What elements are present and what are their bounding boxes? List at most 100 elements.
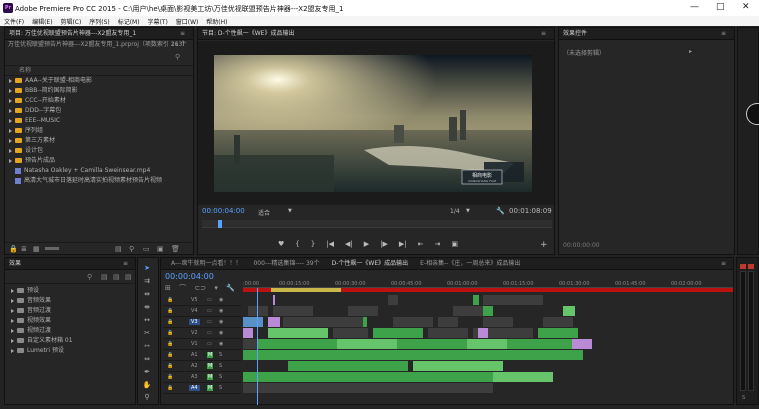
- hand-tool-icon[interactable]: ✋: [141, 381, 153, 391]
- bin-item[interactable]: AAA--关于联盟-相商电影: [5, 76, 193, 86]
- solo-toggle[interactable]: S: [219, 374, 222, 380]
- track-select-tool-icon[interactable]: ⇉: [141, 277, 153, 287]
- timeline-playhead[interactable]: [257, 288, 258, 405]
- timeline-clip[interactable]: [507, 339, 572, 349]
- track-name[interactable]: V2: [189, 330, 200, 336]
- eye-icon[interactable]: ◉: [219, 330, 223, 336]
- meter-solo[interactable]: S: [742, 395, 745, 401]
- play-icon[interactable]: ▶: [364, 240, 369, 248]
- expand-icon[interactable]: [9, 158, 12, 163]
- timeline-clip[interactable]: [243, 328, 253, 338]
- timeline-clip[interactable]: [483, 295, 543, 305]
- video-viewer[interactable]: 相商电影 XIANGSHANG FILM: [198, 41, 554, 205]
- bin-item[interactable]: DDD--字幕包: [5, 106, 193, 116]
- solo-toggle[interactable]: S: [219, 352, 222, 358]
- fit-dropdown-arrow[interactable]: ▼: [288, 208, 292, 214]
- timeline-clip[interactable]: [397, 339, 467, 349]
- export-frame-icon[interactable]: ▣: [451, 240, 458, 248]
- expand-icon[interactable]: [11, 318, 14, 323]
- sequence-tab[interactable]: E-相亲集--《庄，一周总来》成品输出: [420, 260, 520, 267]
- menu-title[interactable]: 字幕(T): [147, 19, 167, 26]
- track-lock-icon[interactable]: 🔒: [167, 385, 173, 391]
- timeline-clip[interactable]: [538, 328, 578, 338]
- timeline-clip[interactable]: [288, 361, 368, 371]
- effects-category[interactable]: 音频过渡: [5, 306, 135, 316]
- new-bin-icon[interactable]: ▭: [143, 245, 150, 253]
- menu-clip[interactable]: 剪辑(C): [60, 19, 81, 26]
- timeline-clip[interactable]: [493, 372, 553, 382]
- track-name[interactable]: A1: [189, 352, 200, 358]
- timeline-clip[interactable]: [438, 317, 458, 327]
- menu-sequence[interactable]: 序列(S): [89, 19, 110, 26]
- menu-marker[interactable]: 标记(M): [118, 19, 140, 26]
- timeline-clip[interactable]: [373, 328, 423, 338]
- step-back-icon[interactable]: ◀|: [345, 240, 353, 248]
- bin-item[interactable]: 设计包: [5, 146, 193, 156]
- menu-window[interactable]: 窗口(W): [176, 19, 199, 26]
- sync-lock-icon[interactable]: ▭: [207, 297, 212, 303]
- search-icon[interactable]: ⚲: [87, 273, 92, 281]
- track-header-v1[interactable]: 🔒 V1 ▭ ◉: [163, 339, 241, 350]
- bin-item[interactable]: CCC--开始素材: [5, 96, 193, 106]
- track-name[interactable]: V3: [189, 319, 200, 325]
- track-header-a4[interactable]: 🔒 A4 M S: [163, 383, 241, 394]
- lock-icon[interactable]: 🔒: [9, 245, 18, 253]
- track-header-v3[interactable]: 🔒 V3 ▭ ◉: [163, 317, 241, 328]
- add-button[interactable]: +: [540, 240, 548, 250]
- timeline-timecode[interactable]: 00:00:04:00: [165, 272, 214, 281]
- track-lane[interactable]: [243, 361, 735, 372]
- track-lock-icon[interactable]: 🔒: [167, 308, 173, 314]
- track-name[interactable]: A2: [189, 363, 200, 369]
- eye-icon[interactable]: ◉: [219, 319, 223, 325]
- track-lane[interactable]: [243, 317, 735, 328]
- track-lane[interactable]: [243, 372, 735, 383]
- expand-icon[interactable]: [9, 128, 12, 133]
- resolution-dropdown-arrow[interactable]: ▼: [466, 208, 470, 214]
- project-tab-menu-icon[interactable]: ≡: [180, 28, 185, 40]
- add-marker-icon[interactable]: ▾: [214, 284, 218, 292]
- timeline-clip[interactable]: [368, 361, 408, 371]
- effect-controls-menu-icon[interactable]: ≡: [721, 28, 726, 40]
- expand-icon[interactable]: [11, 328, 14, 333]
- expand-icon[interactable]: [9, 108, 12, 113]
- effects-category[interactable]: Lumetri 预设: [5, 346, 135, 356]
- expand-icon[interactable]: [9, 148, 12, 153]
- timeline-clip[interactable]: [478, 328, 488, 338]
- new-item-icon[interactable]: ▣: [157, 245, 164, 253]
- timeline-clip[interactable]: [388, 295, 398, 305]
- wrench-icon[interactable]: 🔧: [496, 207, 505, 215]
- bin-item[interactable]: 预告片成品: [5, 156, 193, 166]
- sync-lock-icon[interactable]: ▭: [207, 341, 212, 347]
- track-lock-icon[interactable]: 🔒: [167, 341, 173, 347]
- track-lane[interactable]: [243, 339, 735, 350]
- bin-item[interactable]: EEE--MUSIC: [5, 116, 193, 126]
- accelerated-effects-icon[interactable]: ▤: [101, 273, 108, 281]
- sequence-tab[interactable]: A---席牛就明一点看！！！: [171, 260, 241, 267]
- track-lock-icon[interactable]: 🔒: [167, 374, 173, 380]
- track-lock-icon[interactable]: 🔒: [167, 330, 173, 336]
- track-name[interactable]: V4: [189, 308, 200, 314]
- timeline-clip[interactable]: [283, 317, 363, 327]
- menu-edit[interactable]: 编辑(E): [32, 19, 52, 26]
- timeline-clip[interactable]: [243, 372, 493, 382]
- expand-icon[interactable]: [11, 298, 14, 303]
- nest-toggle-icon[interactable]: ⊞: [165, 284, 171, 292]
- track-lock-icon[interactable]: 🔒: [167, 352, 173, 358]
- timeline-clip[interactable]: [243, 339, 257, 349]
- solo-toggle[interactable]: S: [219, 363, 222, 369]
- slide-tool-icon[interactable]: ⇔: [141, 355, 153, 365]
- minimize-button[interactable]: —: [690, 2, 699, 12]
- track-lane[interactable]: [243, 306, 735, 317]
- timeline-clip[interactable]: [337, 339, 397, 349]
- 32bit-effects-icon[interactable]: ▤: [113, 273, 120, 281]
- effects-category[interactable]: 视频效果: [5, 316, 135, 326]
- track-lane[interactable]: [243, 383, 735, 394]
- find-icon[interactable]: ⚲: [129, 245, 134, 253]
- timeline-clip[interactable]: [243, 350, 583, 360]
- project-column-header[interactable]: 名称: [5, 66, 193, 76]
- eye-icon[interactable]: ◉: [219, 308, 223, 314]
- maximize-button[interactable]: □: [716, 2, 725, 12]
- expand-icon[interactable]: [9, 138, 12, 143]
- lift-icon[interactable]: ⇤: [418, 240, 424, 248]
- eye-icon[interactable]: ◉: [219, 297, 223, 303]
